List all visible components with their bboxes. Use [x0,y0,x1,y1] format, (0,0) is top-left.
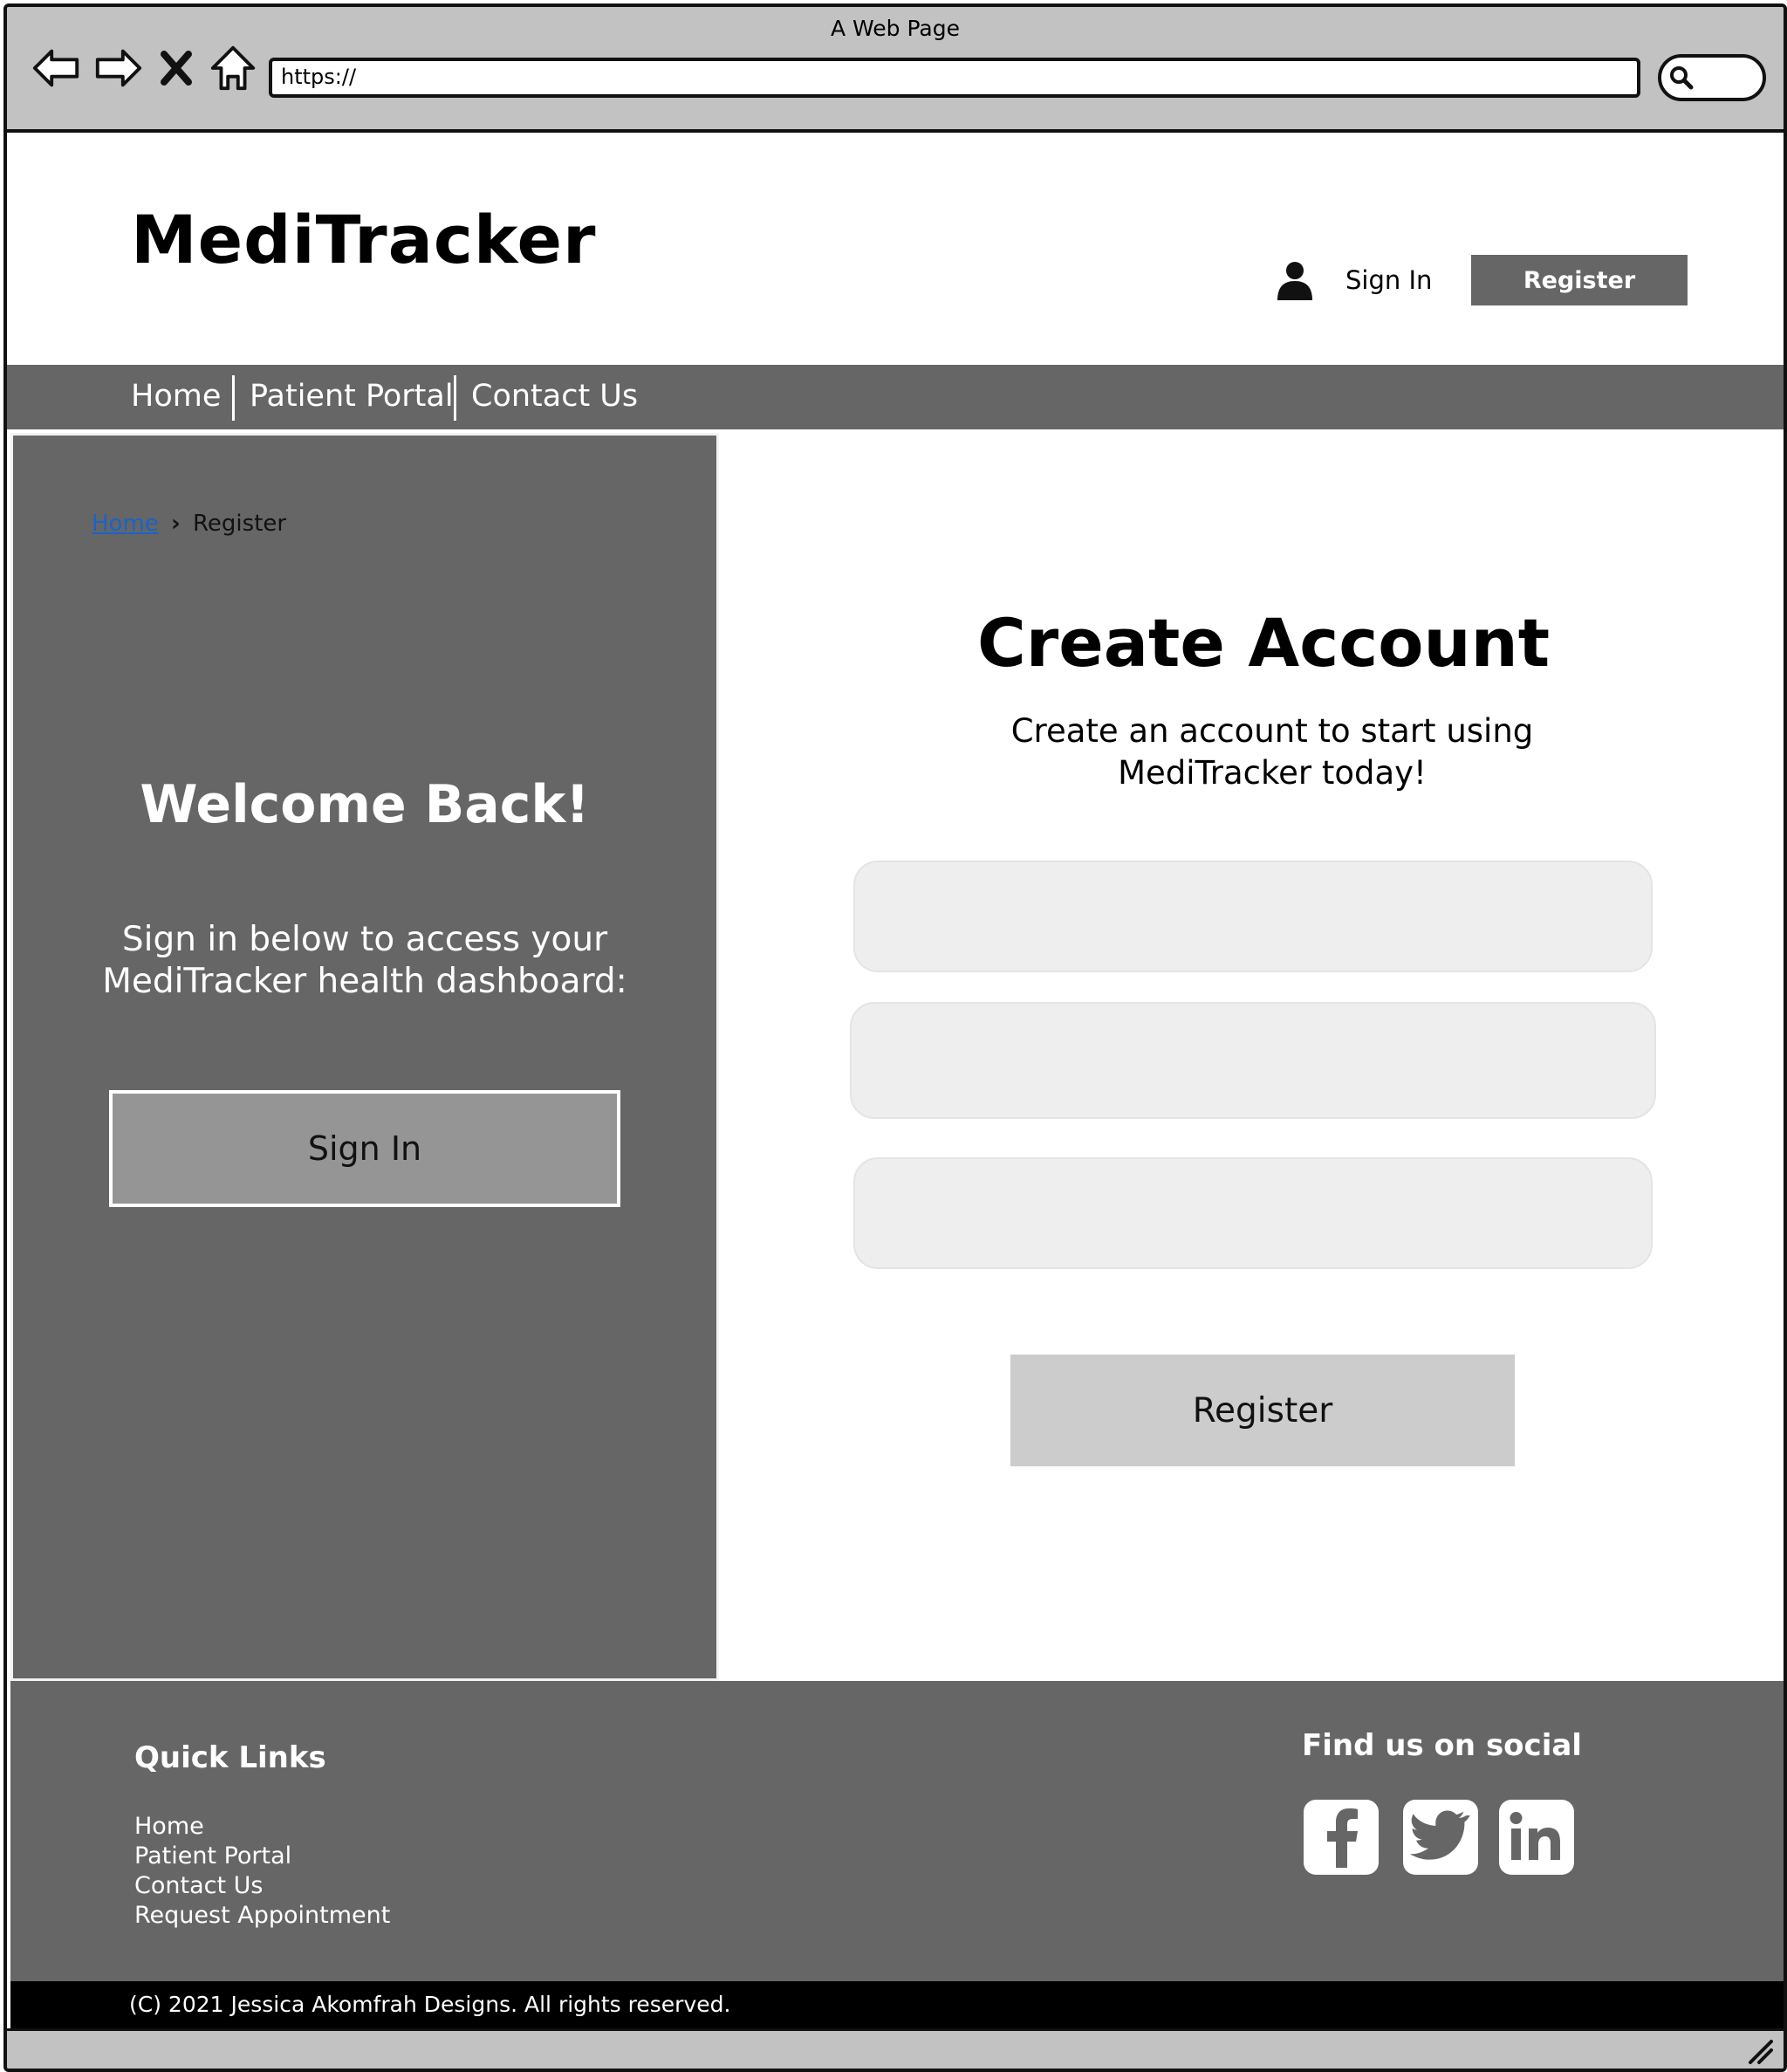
copyright-bar: (C) 2021 Jessica Akomfrah Designs. All r… [10,1981,1784,2028]
register-button[interactable]: Register [1010,1355,1515,1466]
quick-links-heading: Quick Links [134,1740,326,1775]
home-icon[interactable] [208,42,258,94]
site-logo[interactable]: MediTracker [131,201,596,278]
create-account-subtext-line1: Create an account to start using [1010,712,1534,750]
breadcrumb-home-link[interactable]: Home [92,511,159,537]
register-field-2[interactable] [850,1002,1656,1119]
register-field-3[interactable] [853,1157,1653,1269]
linkedin-icon[interactable] [1499,1800,1574,1875]
footer-link-contact-us[interactable]: Contact Us [134,1871,390,1901]
header-sign-in-link[interactable]: Sign In [1345,265,1432,295]
sign-in-button[interactable]: Sign In [109,1090,620,1207]
nav-item-contact-us[interactable]: Contact Us [471,379,638,414]
create-account-subtext-line2: MediTracker today! [1118,754,1427,792]
welcome-subtext-line2: MediTracker health dashboard: [102,962,627,1001]
facebook-icon[interactable] [1304,1800,1379,1875]
browser-window: A Web Page https:// MediTracker Sign In … [3,3,1787,2072]
close-x-icon[interactable] [159,42,194,94]
quick-links-list: Home Patient Portal Contact Us Request A… [134,1812,390,1931]
create-account-heading: Create Account [976,604,1551,682]
footer-link-home[interactable]: Home [134,1812,390,1842]
chevron-right-icon: › [171,511,181,537]
twitter-icon[interactable] [1403,1800,1478,1875]
welcome-heading: Welcome Back! [140,774,590,835]
welcome-subtext-line1: Sign in below to access your [121,920,608,959]
sign-in-panel: Home › Register Welcome Back! Sign in be… [10,433,719,1681]
nav-separator [454,375,456,421]
breadcrumb: Home › Register [92,511,286,537]
welcome-subtext: Sign in below to access your MediTracker… [13,919,716,1003]
main-nav: Home Patient Portal Contact Us [7,365,1784,429]
address-bar[interactable]: https:// [269,58,1640,98]
search-icon [1670,66,1694,90]
nav-item-home[interactable]: Home [131,379,221,414]
footer-link-request-appointment[interactable]: Request Appointment [134,1901,390,1931]
resize-grip-icon[interactable] [1745,2036,1775,2066]
copyright-text: (C) 2021 Jessica Akomfrah Designs. All r… [129,1992,731,2017]
browser-toolbar: A Web Page https:// [7,7,1784,133]
address-text: https:// [281,65,357,89]
social-heading: Find us on social [1302,1728,1582,1763]
nav-item-patient-portal[interactable]: Patient Portal [250,379,454,414]
footer-link-patient-portal[interactable]: Patient Portal [134,1842,390,1871]
browser-status-bar [7,2028,1784,2069]
nav-separator [232,375,235,421]
user-icon [1276,260,1314,302]
site-footer: Quick Links Home Patient Portal Contact … [10,1681,1784,1981]
create-account-subtext: Create an account to start using MediTra… [949,710,1595,794]
register-field-1[interactable] [853,861,1653,972]
breadcrumb-current: Register [193,511,287,537]
back-arrow-icon[interactable] [31,42,82,94]
window-title: A Web Page [830,16,961,41]
header-register-button[interactable]: Register [1471,255,1688,305]
forward-arrow-icon[interactable] [92,42,143,94]
browser-search-box[interactable] [1658,54,1766,101]
